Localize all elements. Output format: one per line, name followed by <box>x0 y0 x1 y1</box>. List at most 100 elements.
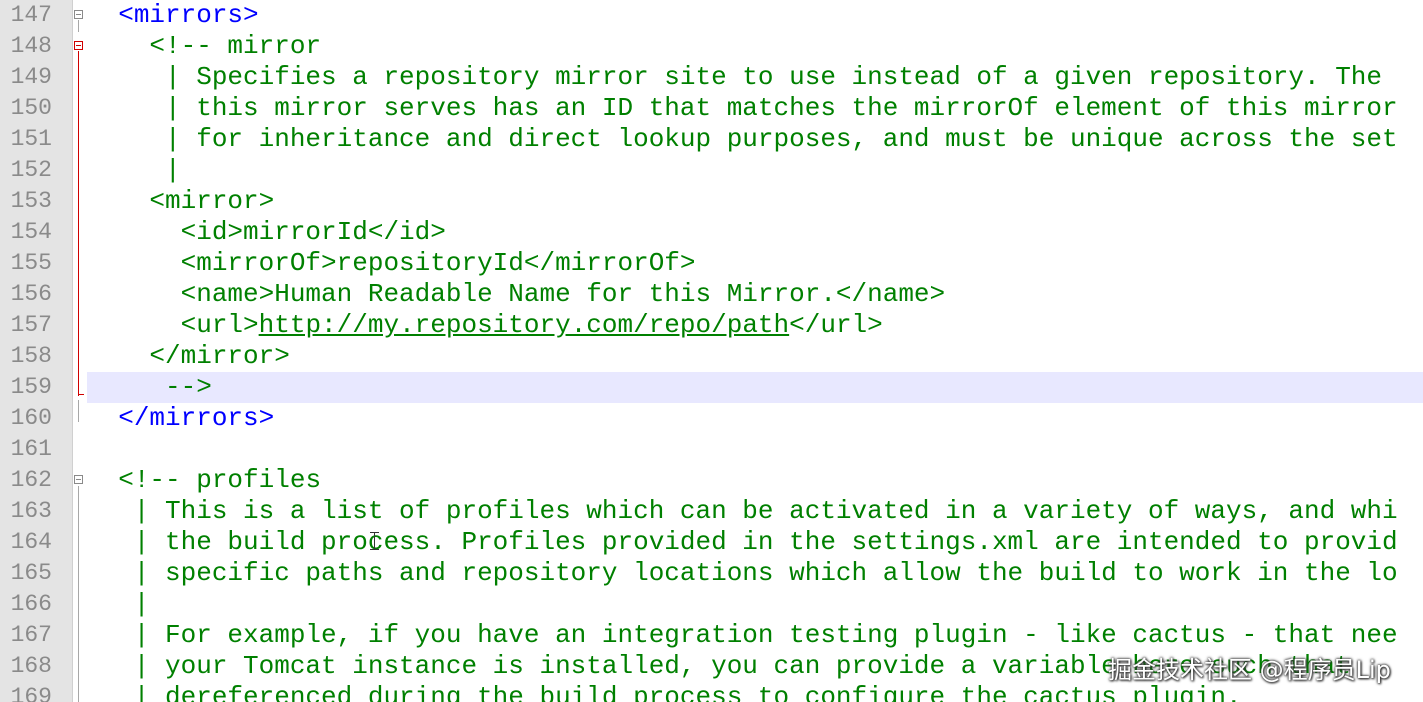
code-text: <id>mirrorId</id> <box>87 217 446 248</box>
code-line[interactable]: 149 | Specifies a repository mirror site… <box>0 62 1423 93</box>
code-text: <mirrors> <box>87 0 259 31</box>
line-number: 166 <box>10 591 52 617</box>
code-text: | for inheritance and direct lookup purp… <box>87 124 1398 155</box>
line-number: 153 <box>10 188 52 214</box>
code-text: <mirror> <box>87 186 274 217</box>
code-text: --> <box>87 372 212 403</box>
line-number: 163 <box>10 498 52 524</box>
line-number: 151 <box>10 126 52 152</box>
code-line[interactable]: 160 </mirrors> <box>0 403 1423 434</box>
line-number: 165 <box>10 560 52 586</box>
code-text: <name>Human Readable Name for this Mirro… <box>87 279 946 310</box>
code-line[interactable]: 166 | <box>0 589 1423 620</box>
fold-collapse-icon[interactable] <box>74 475 83 484</box>
xml-tag: <mirrors> <box>118 0 259 30</box>
code-token: <id>mirrorId</id> <box>87 217 446 247</box>
code-line[interactable]: 167 | For example, if you have an integr… <box>0 620 1423 651</box>
code-line[interactable]: 148 <!-- mirror <box>0 31 1423 62</box>
line-number: 158 <box>10 343 52 369</box>
line-number: 160 <box>10 405 52 431</box>
code-text: <mirrorOf>repositoryId</mirrorOf> <box>87 248 696 279</box>
code-line[interactable]: 150 | this mirror serves has an ID that … <box>0 93 1423 124</box>
code-line[interactable]: 147 <mirrors> <box>0 0 1423 31</box>
code-line[interactable]: 159 --> <box>0 372 1423 403</box>
code-token: </mirror> <box>87 341 290 371</box>
url-link[interactable]: http://my.repository.com/repo/path <box>259 310 790 340</box>
line-number: 161 <box>10 436 52 462</box>
line-number: 159 <box>10 374 52 400</box>
code-line[interactable]: 153 <mirror> <box>0 186 1423 217</box>
code-token: <name>Human Readable Name for this Mirro… <box>87 279 946 309</box>
code-line[interactable]: 156 <name>Human Readable Name for this M… <box>0 279 1423 310</box>
code-text: | the build process. Profiles provided i… <box>87 527 1398 558</box>
code-token: --> <box>87 372 212 402</box>
code-token: | for inheritance and direct lookup purp… <box>87 124 1398 154</box>
code-text: | dereferenced during the build process … <box>87 682 1242 702</box>
fold-collapse-icon[interactable] <box>74 10 83 19</box>
code-text: | For example, if you have an integratio… <box>87 620 1398 651</box>
code-line[interactable]: 154 <id>mirrorId</id> <box>0 217 1423 248</box>
code-token: | the build process. Profiles provided i… <box>87 527 1398 557</box>
line-number: 162 <box>10 467 52 493</box>
code-token: <!-- profiles <box>118 465 322 495</box>
code-text: | Specifies a repository mirror site to … <box>87 62 1382 93</box>
line-number: 157 <box>10 312 52 338</box>
xml-tag: </mirrors> <box>118 403 275 433</box>
code-token: | dereferenced during the build process … <box>87 682 1242 702</box>
code-token: | This is a list of profiles which can b… <box>87 496 1398 526</box>
code-token: </url> <box>789 310 883 340</box>
code-text: | specific paths and repository location… <box>87 558 1398 589</box>
code-token: | this mirror serves has an ID that matc… <box>87 93 1398 123</box>
code-line[interactable]: 163 | This is a list of profiles which c… <box>0 496 1423 527</box>
fold-collapse-icon[interactable] <box>74 41 83 50</box>
code-line[interactable]: 169 | dereferenced during the build proc… <box>0 682 1423 702</box>
line-number: 152 <box>10 157 52 183</box>
code-line[interactable]: 151 | for inheritance and direct lookup … <box>0 124 1423 155</box>
code-text: </mirrors> <box>87 403 274 434</box>
code-text: | <box>87 155 181 186</box>
code-line[interactable]: 152 | <box>0 155 1423 186</box>
code-line[interactable]: 165 | specific paths and repository loca… <box>0 558 1423 589</box>
code-text: <!-- mirror <box>87 31 321 62</box>
code-text: | this mirror serves has an ID that matc… <box>87 93 1398 124</box>
ibeam-cursor-icon <box>370 532 380 550</box>
code-text: <url>http://my.repository.com/repo/path<… <box>87 310 883 341</box>
code-line[interactable]: 158 </mirror> <box>0 341 1423 372</box>
line-number: 169 <box>10 684 52 702</box>
code-token: | <box>87 155 181 185</box>
code-line[interactable]: 162 <!-- profiles <box>0 465 1423 496</box>
code-token: <mirrorOf>repositoryId</mirrorOf> <box>87 248 696 278</box>
code-text: | <box>87 589 150 620</box>
code-lines: 147 <mirrors> 148 <!-- mirror 149 | Specif… <box>0 0 1423 702</box>
line-number: 147 <box>10 2 52 28</box>
line-number: 167 <box>10 622 52 648</box>
line-number: 164 <box>10 529 52 555</box>
line-number: 149 <box>10 64 52 90</box>
line-number: 150 <box>10 95 52 121</box>
code-editor[interactable]: 147 <mirrors> 148 <!-- mirror 149 | Specif… <box>0 0 1423 702</box>
code-text: | This is a list of profiles which can b… <box>87 496 1398 527</box>
code-text: <!-- profiles <box>87 465 321 496</box>
code-token: <url> <box>87 310 259 340</box>
code-token: <mirror> <box>87 186 275 216</box>
code-token: | Specifies a repository mirror site to … <box>87 62 1383 92</box>
line-number: 168 <box>10 653 52 679</box>
line-number: 155 <box>10 250 52 276</box>
code-token: | specific paths and repository location… <box>87 558 1398 588</box>
code-line[interactable]: 161 <box>0 434 1423 465</box>
line-number: 148 <box>10 33 52 59</box>
code-text: </mirror> <box>87 341 290 372</box>
line-number: 154 <box>10 219 52 245</box>
watermark: 掘金技术社区 @程序员Lip <box>1108 656 1391 684</box>
line-number: 156 <box>10 281 52 307</box>
code-token: | <box>87 589 150 619</box>
code-line[interactable]: 155 <mirrorOf>repositoryId</mirrorOf> <box>0 248 1423 279</box>
code-token: <!-- mirror <box>149 31 322 61</box>
code-line[interactable]: 157 <url>http://my.repository.com/repo/p… <box>0 310 1423 341</box>
code-token: | For example, if you have an integratio… <box>87 620 1398 650</box>
code-line[interactable]: 164 | the build process. Profiles provid… <box>0 527 1423 558</box>
